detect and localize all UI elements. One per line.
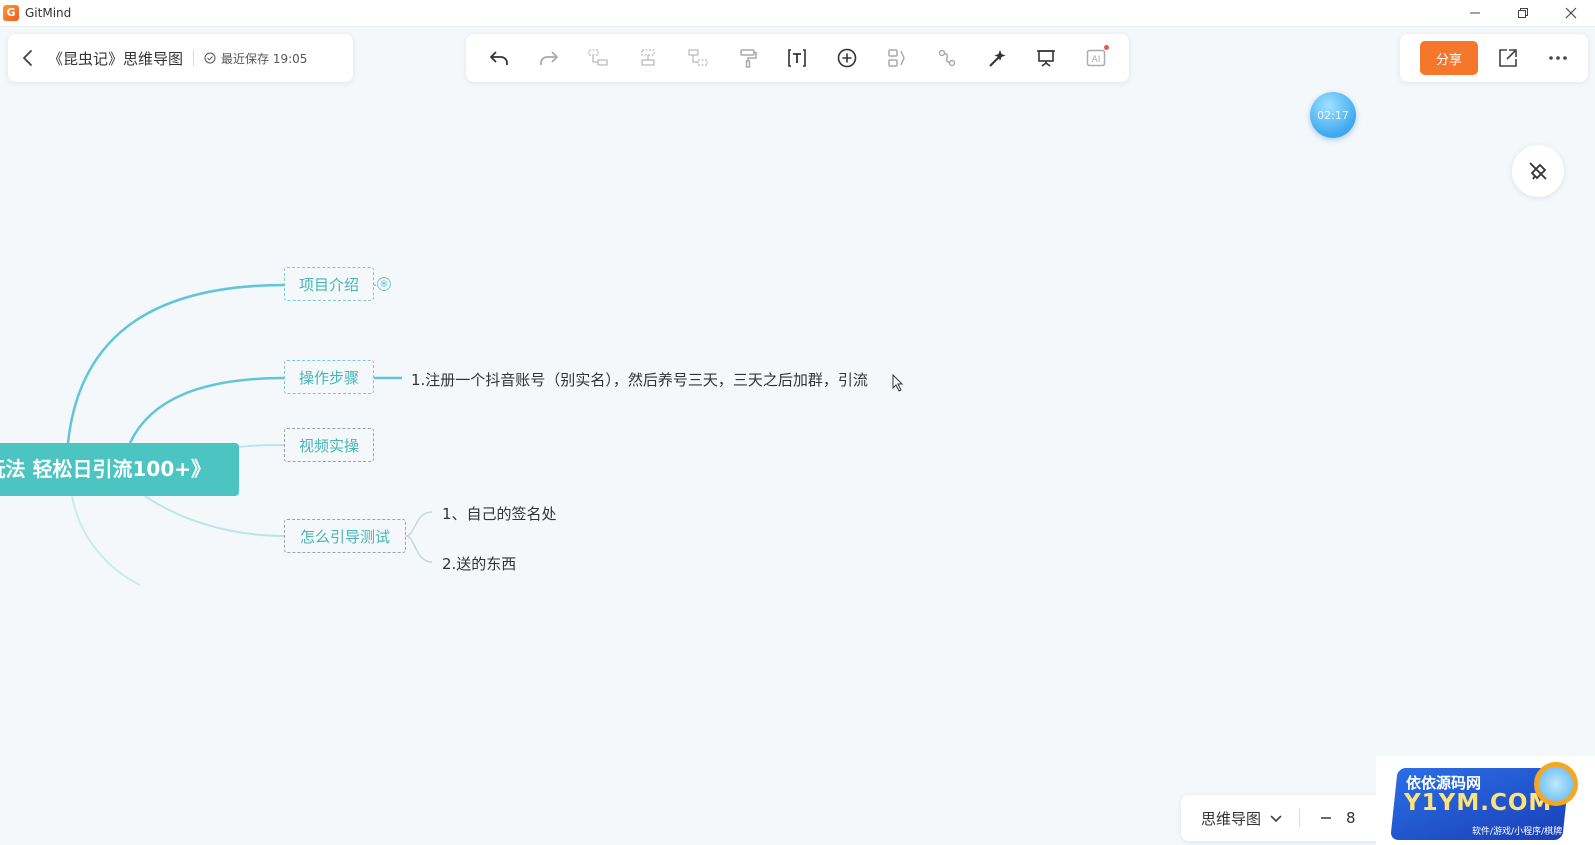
topic-video-practice[interactable]: 视频实操 — [284, 428, 374, 462]
topic-guide-test[interactable]: 怎么引导测试 — [284, 519, 406, 553]
topic-project-intro[interactable]: 项目介绍 — [284, 267, 374, 301]
note-icon[interactable]: ® — [377, 277, 391, 291]
zoom-out-button[interactable] — [1316, 808, 1336, 828]
watermark-logo: 依依源码网 Y1YM.COM 软件/游戏/小程序/棋牌 — [1376, 756, 1595, 845]
view-mode-select[interactable]: 思维导图 — [1201, 808, 1283, 829]
test-child-gift[interactable]: 2.送的东西 — [442, 553, 516, 574]
topic-operation-steps[interactable]: 操作步骤 — [284, 360, 374, 394]
zoom-level: 8 — [1346, 809, 1356, 827]
mindmap-connectors — [66, 283, 433, 586]
chevron-down-icon — [1270, 815, 1282, 823]
mouse-cursor-icon — [892, 374, 904, 392]
root-node-label: 玩法 轻松日引流100+》 — [0, 457, 211, 481]
divider — [1299, 809, 1301, 827]
bottom-bar: 思维导图 8 — [1181, 795, 1381, 841]
minus-icon — [1321, 817, 1332, 819]
watermark-domain: Y1YM.COM — [1404, 790, 1553, 816]
view-mode-label: 思维导图 — [1201, 809, 1262, 828]
magnifier-icon — [1534, 762, 1578, 806]
test-child-signature[interactable]: 1、自己的签名处 — [442, 503, 557, 524]
root-node[interactable]: 玩法 轻松日引流100+》 — [0, 443, 239, 496]
watermark-subtitle: 软件/游戏/小程序/棋牌 — [1472, 827, 1563, 837]
step-detail-node[interactable]: 1.注册一个抖音账号（别实名），然后养号三天，三天之后加群，引流 — [411, 369, 868, 390]
